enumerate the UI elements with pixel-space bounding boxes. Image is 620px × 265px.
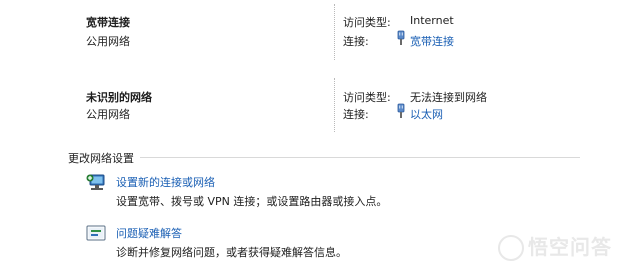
network-1-name: 宽带连接: [86, 16, 130, 29]
access-type-label: 访问类型:: [343, 16, 391, 29]
setup-connection-desc: 设置宽带、拨号或 VPN 连接；或设置路由器或接入点。: [116, 195, 388, 208]
access-type-value: Internet: [410, 14, 454, 27]
section-divider: [140, 157, 580, 158]
network-setup-icon: [86, 174, 105, 190]
divider: [334, 4, 335, 60]
section-header: 更改网络设置: [68, 152, 134, 165]
connection-label: 连接:: [343, 35, 369, 48]
connection-link[interactable]: 以太网: [410, 106, 443, 122]
divider: [334, 78, 335, 132]
access-type-label: 访问类型:: [343, 91, 391, 104]
troubleshoot-desc: 诊断并修复网络问题，或者获得疑难解答信息。: [116, 246, 347, 259]
troubleshoot-icon: [86, 225, 106, 241]
connection-link[interactable]: 宽带连接: [410, 33, 454, 49]
ethernet-plug-icon: [397, 103, 405, 118]
watermark: 悟空问答: [498, 231, 612, 261]
network-1-category[interactable]: 公用网络: [86, 33, 130, 49]
network-2-name: 未识别的网络: [86, 91, 152, 104]
setup-connection-link[interactable]: 设置新的连接或网络: [116, 174, 215, 190]
network-2-category[interactable]: 公用网络: [86, 106, 130, 122]
troubleshoot-link[interactable]: 问题疑难解答: [116, 225, 182, 241]
connection-label: 连接:: [343, 108, 369, 121]
access-type-value: 无法连接到网络: [410, 91, 487, 104]
ethernet-plug-icon: [397, 30, 405, 45]
watermark-logo-icon: [498, 235, 524, 261]
watermark-text: 悟空问答: [528, 234, 612, 259]
